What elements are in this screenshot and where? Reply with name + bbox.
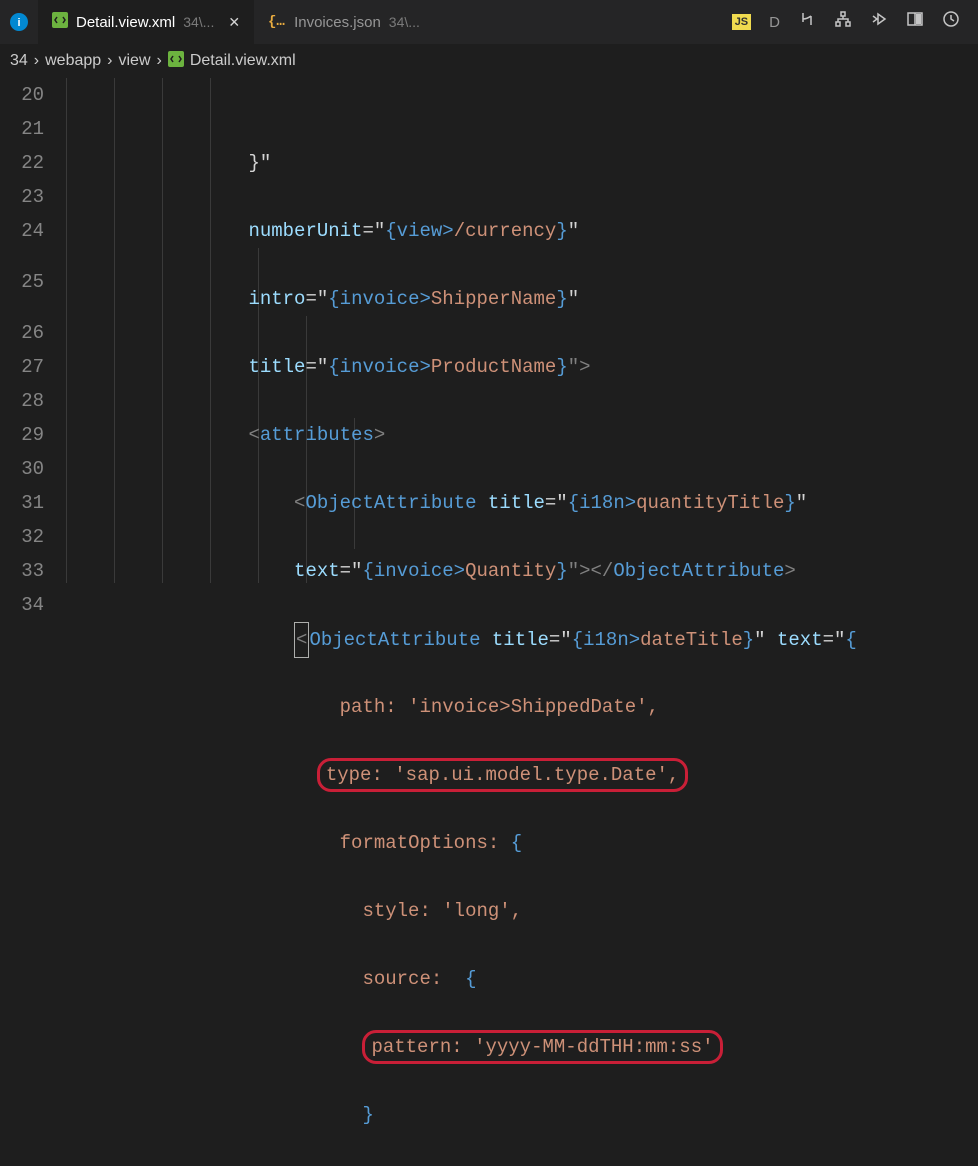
split-icon[interactable]: [906, 10, 924, 34]
tab-detail-view-xml[interactable]: Detail.view.xml 34\... ✕: [38, 0, 254, 44]
code-line[interactable]: <ObjectAttribute title="{i18n>dateTitle}…: [66, 622, 978, 656]
tab-hint: 34\...: [389, 14, 420, 30]
run-icon[interactable]: [870, 10, 888, 34]
xml-file-icon: [168, 51, 184, 72]
tab-title: Detail.view.xml: [76, 14, 175, 31]
code-line[interactable]: <attributes>: [66, 418, 978, 452]
cursor: <: [294, 622, 309, 658]
code-line[interactable]: pattern: 'yyyy-MM-ddTHH:mm:ss': [66, 1030, 978, 1064]
line-number: 22: [0, 146, 44, 180]
code-line[interactable]: }": [66, 146, 978, 180]
tab-title: Invoices.json: [294, 14, 381, 31]
code-line[interactable]: title="{invoice>ProductName}">: [66, 350, 978, 384]
chevron-right-icon: ›: [107, 52, 112, 70]
clock-icon[interactable]: [942, 10, 960, 34]
close-icon[interactable]: ✕: [228, 14, 240, 31]
breadcrumb-seg[interactable]: webapp: [45, 52, 101, 70]
breadcrumb-seg[interactable]: view: [119, 52, 151, 70]
code-line[interactable]: type: 'sap.ui.model.type.Date',: [66, 758, 978, 792]
hierarchy-icon[interactable]: [834, 10, 852, 34]
code-line[interactable]: style: 'long',: [66, 894, 978, 928]
toolbar-label: D: [769, 14, 780, 31]
line-number: 21: [0, 112, 44, 146]
breadcrumb[interactable]: 34 › webapp › view › Detail.view.xml: [0, 44, 978, 78]
code-line[interactable]: }: [66, 1098, 978, 1132]
line-number: 26: [0, 316, 44, 350]
editor-toolbar: JS D: [732, 0, 978, 44]
code-line[interactable]: numberUnit="{view>/currency}": [66, 214, 978, 248]
line-number: 32: [0, 520, 44, 554]
info-icon[interactable]: i: [0, 0, 38, 44]
tab-hint: 34\...: [183, 14, 214, 30]
svg-text:i: i: [17, 17, 20, 29]
line-number: 20: [0, 78, 44, 112]
chevron-right-icon: ›: [157, 52, 162, 70]
line-number: 34: [0, 588, 44, 622]
svg-text:{…}: {…}: [268, 14, 286, 28]
line-number: 31: [0, 486, 44, 520]
line-number: 24: [0, 214, 44, 248]
line-number: 25: [0, 248, 44, 316]
line-number: 23: [0, 180, 44, 214]
code-line[interactable]: source: {: [66, 962, 978, 996]
line-gutter: 20 21 22 23 24 25 26 27 28 29 30 31 32 3…: [0, 78, 66, 583]
code-line[interactable]: formatOptions: {: [66, 826, 978, 860]
breadcrumb-seg[interactable]: Detail.view.xml: [190, 52, 296, 70]
line-number: 27: [0, 350, 44, 384]
compare-icon[interactable]: [798, 10, 816, 34]
line-number: 30: [0, 452, 44, 486]
xml-file-icon: [52, 12, 68, 32]
code-area[interactable]: }" numberUnit="{view>/currency}" intro="…: [66, 78, 978, 583]
code-line[interactable]: <ObjectAttribute title="{i18n>quantityTi…: [66, 486, 978, 520]
tab-bar: i Detail.view.xml 34\... ✕ {…} Invoices.…: [0, 0, 978, 44]
annotation-highlight: type: 'sap.ui.model.type.Date',: [317, 758, 688, 792]
code-line[interactable]: path: 'invoice>ShippedDate',: [66, 690, 978, 724]
code-line[interactable]: intro="{invoice>ShipperName}": [66, 282, 978, 316]
line-number: 28: [0, 384, 44, 418]
chevron-right-icon: ›: [34, 52, 39, 70]
tab-invoices-json[interactable]: {…} Invoices.json 34\...: [254, 0, 434, 44]
annotation-highlight: pattern: 'yyyy-MM-ddTHH:mm:ss': [362, 1030, 722, 1064]
json-file-icon: {…}: [268, 12, 286, 32]
breadcrumb-seg[interactable]: 34: [10, 52, 28, 70]
line-number: 29: [0, 418, 44, 452]
code-editor[interactable]: 20 21 22 23 24 25 26 27 28 29 30 31 32 3…: [0, 78, 978, 583]
js-badge-icon[interactable]: JS: [732, 14, 751, 30]
